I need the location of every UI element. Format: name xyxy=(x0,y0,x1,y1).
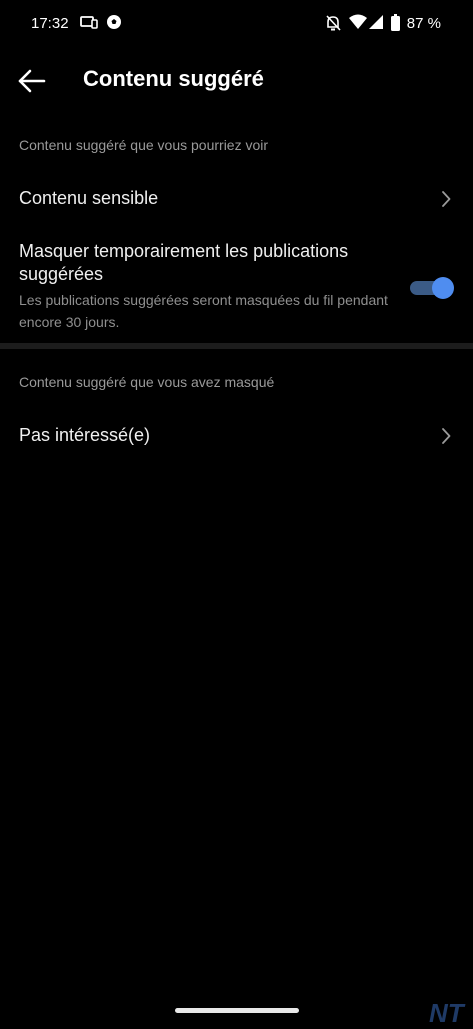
hide-suggested-posts-row[interactable]: Masquer temporairement les publications … xyxy=(0,240,473,332)
not-interested-row[interactable]: Pas intéressé(e) xyxy=(0,413,473,459)
not-interested-label: Pas intéressé(e) xyxy=(19,425,151,445)
signal-icon xyxy=(369,14,384,35)
status-time: 17:32 xyxy=(31,15,69,32)
sensitive-content-row[interactable]: Contenu sensible xyxy=(0,176,473,222)
hide-suggested-posts-label: Masquer temporairement les publications … xyxy=(19,241,349,284)
sensitive-content-label: Contenu sensible xyxy=(19,188,159,208)
status-bar: 17:32 87 % xyxy=(0,0,473,46)
app-bar: Contenu suggéré xyxy=(0,56,473,106)
notifications-off-icon xyxy=(325,14,341,37)
screen-cast-icon xyxy=(80,14,98,35)
page-title: Contenu suggéré xyxy=(83,66,264,91)
svg-text:NT: NT xyxy=(429,998,466,1024)
chevron-right-icon xyxy=(441,428,451,444)
soccer-ball-icon xyxy=(106,14,122,35)
section-header-hidden: Contenu suggéré que vous avez masqué xyxy=(19,374,275,390)
battery-percent: 87 % xyxy=(406,15,441,32)
chevron-right-icon xyxy=(441,191,451,207)
arrow-left-icon[interactable] xyxy=(16,66,48,96)
home-indicator[interactable] xyxy=(175,1008,299,1013)
battery-icon xyxy=(391,14,400,36)
hide-suggested-posts-description: Les publications suggérées seront masqué… xyxy=(19,292,388,330)
hide-suggested-posts-toggle[interactable] xyxy=(410,276,454,299)
toggle-thumb xyxy=(432,277,454,299)
wifi-icon xyxy=(349,14,367,35)
section-header-might-see: Contenu suggéré que vous pourriez voir xyxy=(19,137,269,153)
watermark-logo: NT xyxy=(427,998,473,1028)
section-divider xyxy=(0,343,473,349)
